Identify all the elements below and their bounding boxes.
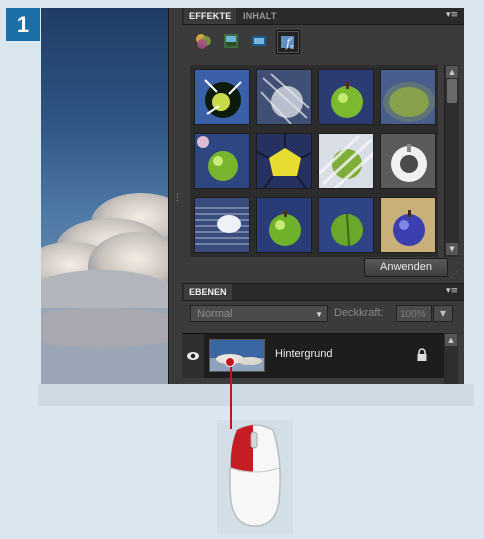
effect-thumb-9[interactable] [194, 197, 250, 253]
layers-tabbar: EBENEN ▾≡ [182, 283, 464, 301]
effect-thumb-1[interactable] [194, 69, 250, 125]
opacity-label: Deckkraft: [334, 307, 384, 319]
blend-mode-value: Normal [197, 308, 233, 320]
layer-name: Hintergrund [275, 348, 333, 360]
canvas-photo[interactable] [41, 8, 168, 384]
scroll-up-icon[interactable]: ▲ [446, 66, 458, 78]
step-number-badge: 1 [6, 8, 40, 41]
effects-layers-panel: EFFEKTE INHALT ▾≡ fx ▲ ▼ Anwenden ⋰ EBEN… [182, 8, 464, 384]
opacity-dropdown-icon[interactable]: ▼ [433, 305, 453, 322]
effects-tabbar: EFFEKTE INHALT ▾≡ [182, 8, 464, 25]
mouse-illustration-frame [217, 420, 293, 534]
pointer-line [230, 362, 232, 429]
layers-scrollbar[interactable]: ▲ [444, 333, 458, 384]
opacity-input[interactable]: 100% [396, 305, 432, 322]
tab-effekte[interactable]: EFFEKTE [184, 8, 237, 24]
lock-icon [416, 347, 428, 366]
effect-thumb-5[interactable] [194, 133, 250, 189]
scroll-down-icon[interactable]: ▼ [446, 243, 458, 255]
layers-menu-icon[interactable]: ▾≡ [446, 286, 458, 296]
resize-grip-icon[interactable]: ⋰ [450, 270, 458, 279]
pointer-dot [225, 357, 235, 367]
effects-thumbnail-grid [190, 65, 438, 257]
apply-button[interactable]: Anwenden [364, 258, 448, 277]
mouse-icon [229, 424, 281, 527]
effect-thumb-4[interactable] [380, 69, 436, 125]
effect-thumb-11[interactable] [318, 197, 374, 253]
color-filter-icon[interactable] [192, 30, 214, 52]
layers-scroll-up-icon[interactable]: ▲ [445, 334, 457, 346]
effect-thumb-12[interactable] [380, 197, 436, 253]
photo-effects-icon[interactable] [248, 30, 270, 52]
layer-row[interactable]: Hintergrund [182, 333, 444, 378]
visibility-eye-icon[interactable] [182, 334, 204, 378]
effect-thumb-6[interactable] [256, 133, 312, 189]
effect-thumb-8[interactable] [380, 133, 436, 189]
fx-filter-icon[interactable]: fx [276, 30, 300, 54]
panel-menu-icon[interactable]: ▾≡ [446, 10, 458, 20]
blend-mode-select[interactable]: Normal ▼ [190, 305, 328, 322]
panel-shadow [38, 384, 474, 406]
tab-inhalt[interactable]: INHALT [238, 8, 282, 24]
effects-scrollbar[interactable]: ▲ ▼ [444, 65, 459, 257]
layer-thumbnail [209, 339, 265, 372]
effect-thumb-3[interactable] [318, 69, 374, 125]
effect-thumb-10[interactable] [256, 197, 312, 253]
layer-styles-icon[interactable] [220, 30, 242, 52]
effect-thumb-2[interactable] [256, 69, 312, 125]
scrollbar-thumb[interactable] [447, 79, 457, 103]
sky-clouds-image [41, 193, 168, 384]
grip-icon: ⋮ [173, 193, 182, 203]
chevron-down-icon: ▼ [315, 310, 323, 319]
svg-text:x: x [290, 43, 294, 51]
tab-ebenen[interactable]: EBENEN [184, 284, 232, 300]
effect-thumb-7[interactable] [318, 133, 374, 189]
